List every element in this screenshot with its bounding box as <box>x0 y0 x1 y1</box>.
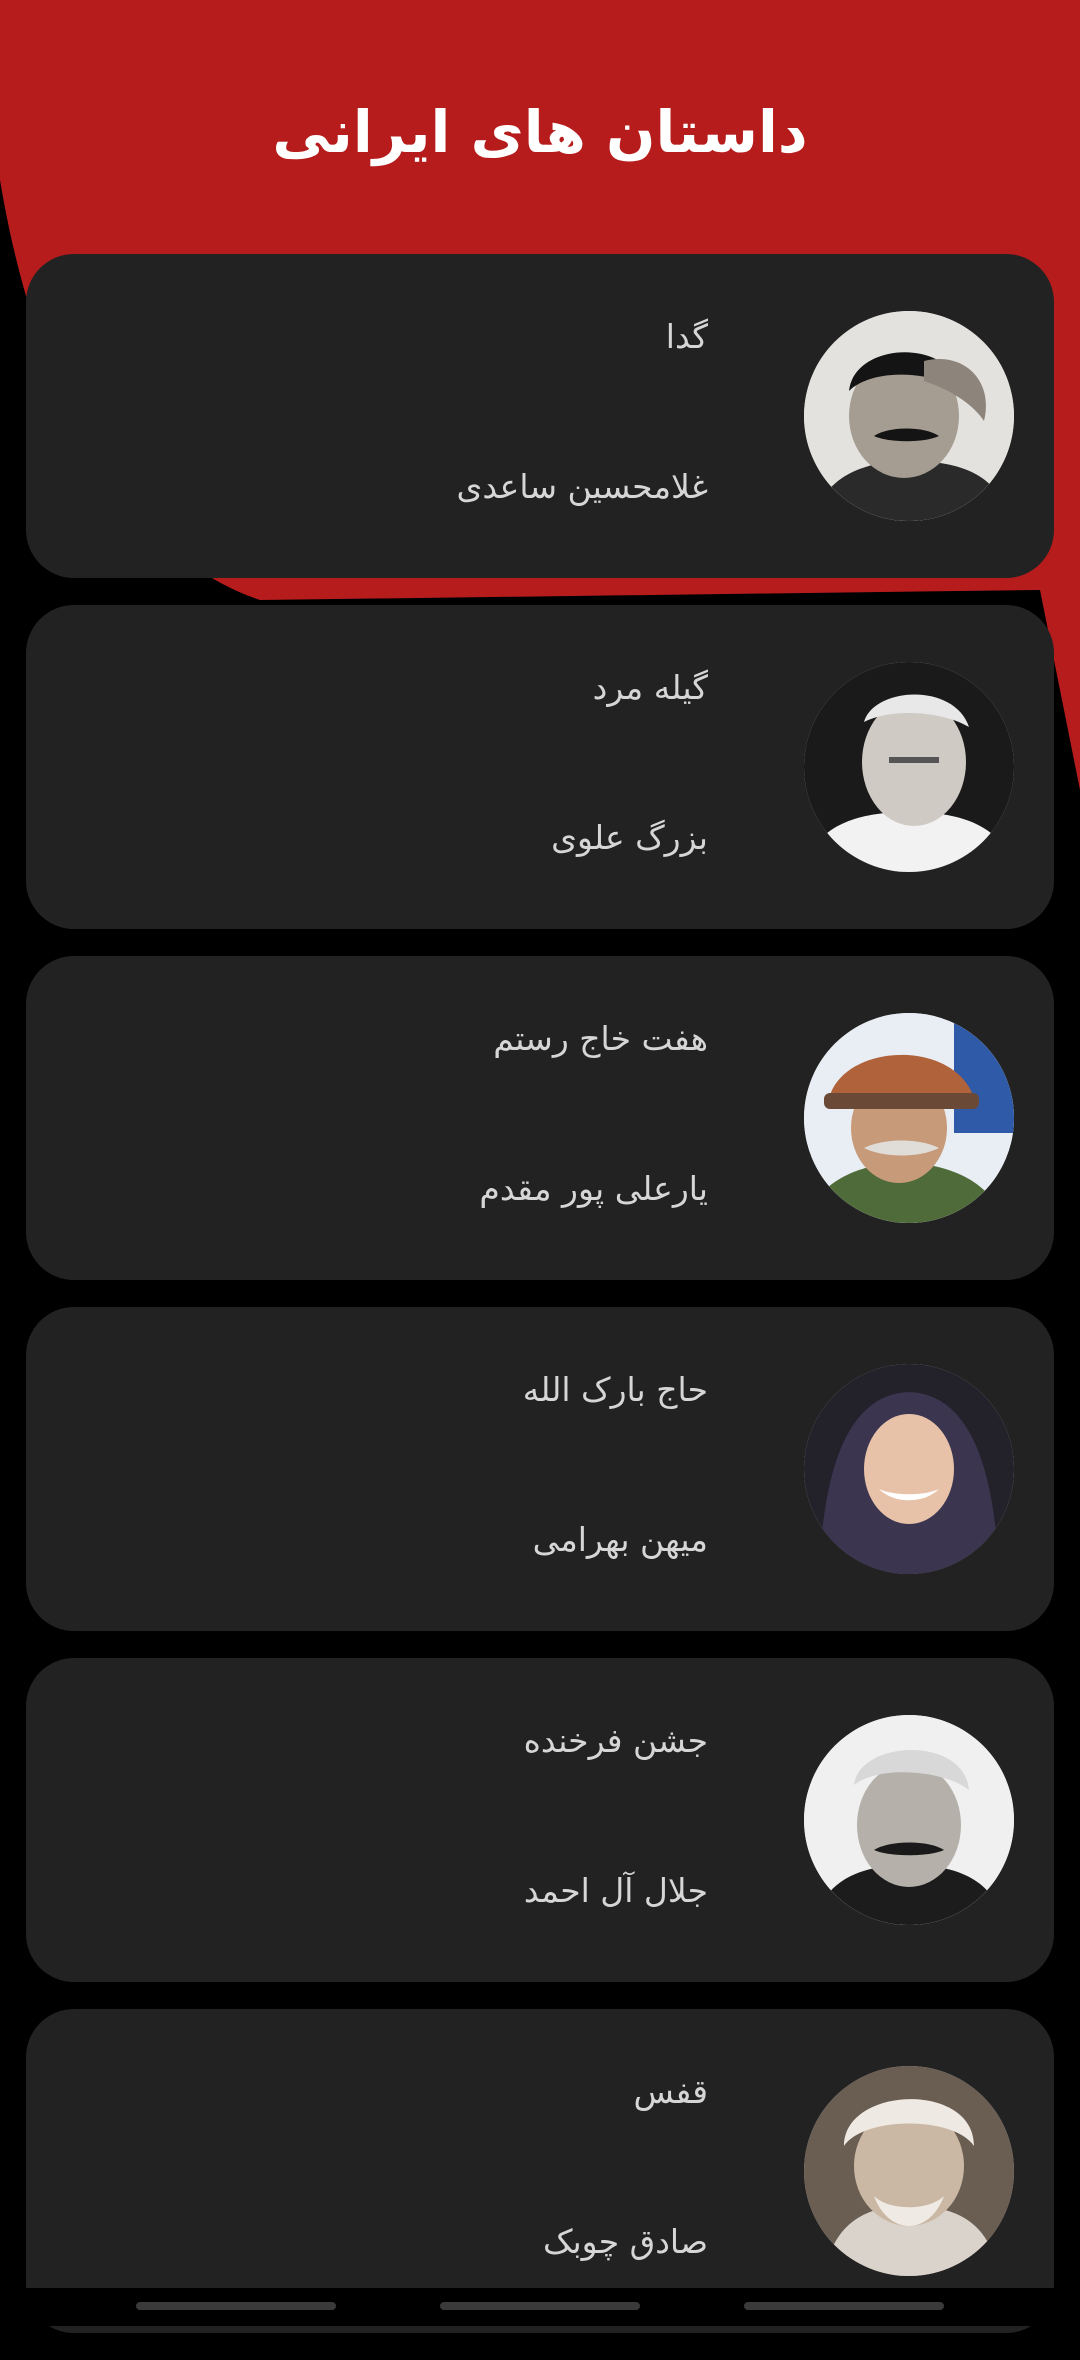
author-avatar <box>804 2066 1014 2276</box>
story-title: گدا <box>665 317 708 356</box>
story-title: قفس <box>633 2072 708 2111</box>
nav-handle[interactable] <box>744 2302 944 2310</box>
story-card[interactable]: گیله مرد بزرگ علوی <box>26 605 1054 929</box>
story-card[interactable]: حاج بارک الله میهن بهرامی <box>26 1307 1054 1631</box>
story-card[interactable]: گدا غلامحسین ساعدی <box>26 254 1054 578</box>
author-name: جلال آل احمد <box>523 1871 708 1910</box>
story-title: جشن فرخنده <box>523 1721 708 1760</box>
author-avatar <box>804 1715 1014 1925</box>
author-avatar <box>804 311 1014 521</box>
author-name: صادق چوبک <box>542 2222 708 2261</box>
system-navigation-bar <box>0 2288 1080 2326</box>
story-list[interactable]: گدا غلامحسین ساعدی گیله مرد بزرگ علوی هف… <box>26 254 1054 2360</box>
author-avatar <box>804 1013 1014 1223</box>
story-title: گیله مرد <box>592 668 708 707</box>
nav-handle[interactable] <box>136 2302 336 2310</box>
author-name: غلامحسین ساعدی <box>456 467 708 506</box>
author-name: یارعلی پور مقدم <box>479 1169 708 1208</box>
story-title: حاج بارک الله <box>522 1370 708 1409</box>
story-card[interactable]: قفس صادق چوبک <box>26 2009 1054 2333</box>
author-name: بزرگ علوی <box>551 818 708 857</box>
author-avatar <box>804 662 1014 872</box>
story-card[interactable]: جشن فرخنده جلال آل احمد <box>26 1658 1054 1982</box>
nav-handle[interactable] <box>440 2302 640 2310</box>
story-title: هفت خاج رستم <box>493 1019 708 1058</box>
author-name: میهن بهرامی <box>532 1520 708 1559</box>
story-card[interactable]: هفت خاج رستم یارعلی پور مقدم <box>26 956 1054 1280</box>
author-avatar <box>804 1364 1014 1574</box>
page-title: داستان های ایرانی <box>272 98 808 166</box>
